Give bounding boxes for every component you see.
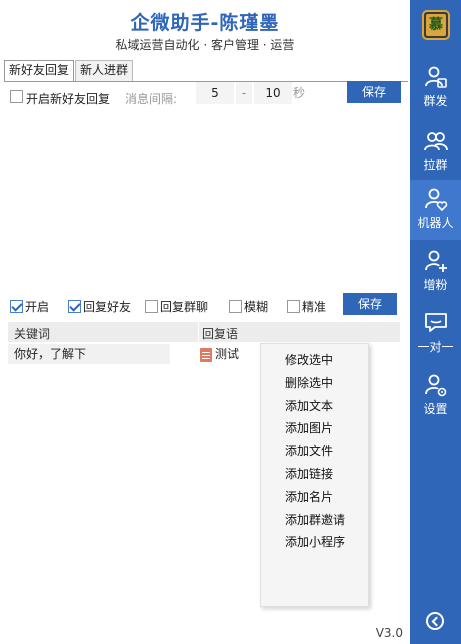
col-separator [198,322,199,342]
menu-add-card[interactable]: 添加名片 [261,486,368,509]
interval-label: 消息间隔: [125,92,178,106]
option-reply-group[interactable]: 回复群聊 [145,298,208,315]
users-icon [424,132,448,151]
interval-min-input[interactable]: 5 [196,82,234,104]
row-keyword: 你好，了解下 [8,344,170,364]
enable-new-friend-reply-label: 开启新好友回复 [26,92,111,106]
option-fuzzy[interactable]: 模糊 [229,298,268,315]
option-enable[interactable]: 开启 [10,298,49,315]
sidebar-item-pull-group[interactable]: 拉群 [410,122,461,182]
context-menu: 修改选中 删除选中 添加文本 添加图片 添加文件 添加链接 添加名片 添加群邀请… [260,343,369,607]
sidebar-item-grow-fans[interactable]: 增粉 [410,242,461,302]
tab-new-friend-reply[interactable]: 新好友回复 [4,60,75,82]
user-settings-icon [425,374,447,397]
sidebar-item-robot[interactable]: 机器人 [410,180,461,240]
app-subtitle: 私域运营自动化 · 客户管理 · 运营 [115,38,295,52]
menu-add-image[interactable]: 添加图片 [261,417,368,440]
option-exact[interactable]: 精准 [287,298,326,315]
col-reply: 回复语 [202,327,239,341]
menu-add-group-invite[interactable]: 添加群邀请 [261,509,368,532]
version-label: V3.0 [375,626,403,640]
interval-unit: 秒 [293,86,306,100]
file-icon [200,347,212,362]
logo-char: 慕 [426,14,446,36]
main-panel: 新好友回复 新人进群 开启新好友回复 消息间隔: 5 - 10 秒 保存 开启 … [0,60,410,644]
app-title: 企微助手-陈瑾墨 [130,12,280,34]
app-header: 企微助手-陈瑾墨 私域运营自动化 · 客户管理 · 运营 [0,0,410,60]
sidebar: 慕 群发 拉群 机器人 增粉 一对一 设置 [410,0,461,644]
option-reply-friend-checkbox[interactable] [68,300,81,313]
menu-add-link[interactable]: 添加链接 [261,463,368,486]
menu-delete-selected[interactable]: 删除选中 [261,372,368,395]
app-logo: 慕 [422,10,450,40]
menu-add-file[interactable]: 添加文件 [261,440,368,463]
interval-max-input[interactable]: 10 [254,82,292,104]
menu-add-mini-program[interactable]: 添加小程序 [261,531,368,554]
chat-icon [425,313,447,332]
option-reply-group-checkbox[interactable] [145,300,158,313]
save-new-friend-button[interactable]: 保存 [347,81,401,103]
tab-bar: 新好友回复 新人进群 [4,60,134,82]
row-reply: 测试 [200,346,239,362]
option-exact-checkbox[interactable] [287,300,300,313]
sidebar-item-mass-send[interactable]: 群发 [410,58,461,118]
sidebar-item-one-on-one[interactable]: 一对一 [410,304,461,364]
menu-edit-selected[interactable]: 修改选中 [261,349,368,372]
option-reply-friend[interactable]: 回复好友 [68,298,131,315]
save-robot-button[interactable]: 保存 [343,293,397,315]
menu-add-text[interactable]: 添加文本 [261,395,368,418]
enable-new-friend-reply-checkbox[interactable] [10,90,23,103]
option-fuzzy-checkbox[interactable] [229,300,242,313]
col-keyword: 关键词 [14,327,51,341]
tab-new-member-join[interactable]: 新人进群 [75,60,134,81]
sidebar-item-settings[interactable]: 设置 [410,366,461,426]
interval-dash: - [236,82,252,104]
option-enable-checkbox[interactable] [10,300,23,313]
row-reply-text: 测试 [215,347,240,361]
user-heart-icon [425,188,448,212]
reply-table-header: 关键词 回复语 [8,322,400,342]
user-group-icon [425,66,447,88]
user-add-icon [425,250,447,272]
collapse-icon[interactable] [426,612,444,630]
